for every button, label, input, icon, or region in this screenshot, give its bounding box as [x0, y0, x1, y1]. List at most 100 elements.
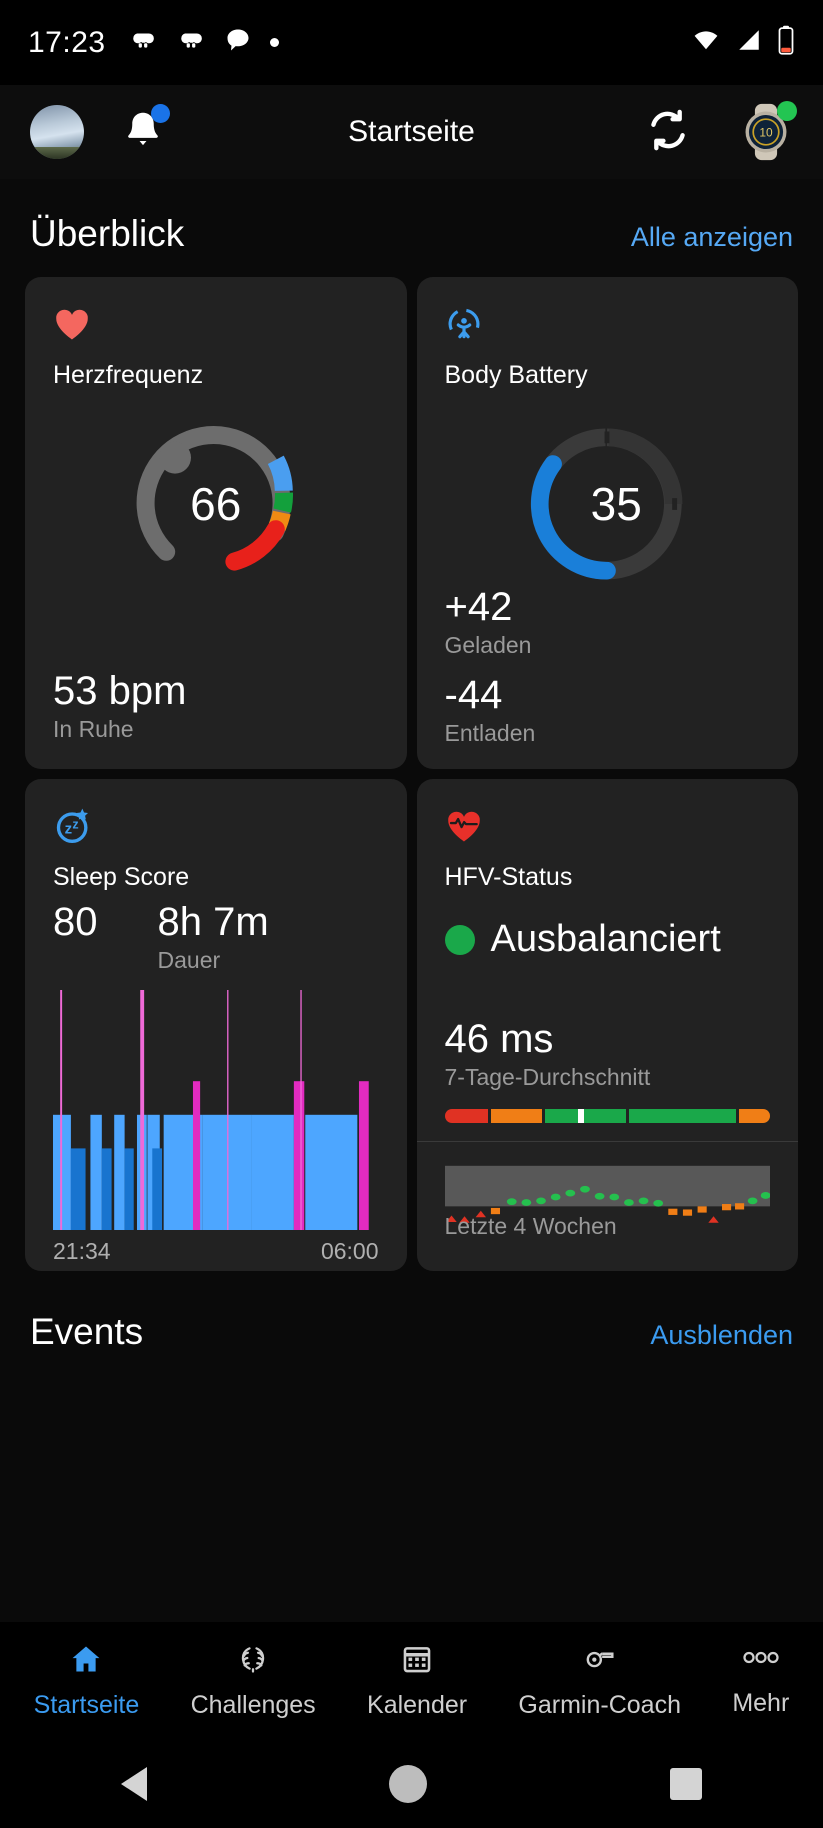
hrv-status-value: Ausbalanciert [490, 918, 721, 960]
home-icon [67, 1642, 105, 1681]
hrv-data-point [550, 1193, 561, 1201]
nav-label: Garmin-Coach [518, 1691, 681, 1719]
events-header: Events Ausblenden [0, 1271, 823, 1353]
hrv-data-point [682, 1209, 692, 1216]
hrv-range-marker [577, 1109, 584, 1123]
battery-low-icon [777, 25, 795, 60]
nav-item-garmin-coach[interactable]: Garmin-Coach [518, 1642, 681, 1720]
body-battery-charged-value: +42 [444, 585, 513, 629]
more-dots-icon [740, 1644, 782, 1679]
notification-badge [151, 104, 170, 123]
svg-text:10: 10 [759, 125, 773, 139]
notifications-button[interactable] [120, 104, 170, 158]
hrv-range-segment [444, 1109, 489, 1123]
nav-item-startseite[interactable]: Startseite [33, 1642, 140, 1720]
hrv-range-segment [544, 1109, 627, 1123]
hrv-data-point [564, 1189, 575, 1197]
card-body-battery[interactable]: Body Battery 35 +42 Geladen -44 Entladen [416, 277, 798, 769]
svg-text:z: z [65, 821, 73, 838]
dot-icon [269, 38, 279, 47]
events-title: Events [30, 1311, 144, 1352]
device-connected-badge [777, 101, 797, 121]
heart-rate-gauge: 66 [53, 404, 379, 604]
events-hide-link[interactable]: Ausblenden [650, 1320, 793, 1351]
hrv-data-point [667, 1208, 677, 1215]
sleep-score-value: 80 [53, 900, 98, 944]
overview-title: Überblick [30, 213, 185, 254]
hrv-data-point [734, 1203, 744, 1210]
avatar[interactable] [30, 105, 84, 159]
nav-item-challenges[interactable]: Challenges [191, 1642, 316, 1720]
heart-rate-gauge-value: 66 [190, 478, 242, 530]
hrv-data-point [535, 1197, 546, 1205]
hrv-range-bar [444, 1109, 771, 1123]
heart-pulse-icon [445, 805, 771, 847]
hrv-range-label: Letzte 4 Wochen [444, 1213, 617, 1239]
whistle-icon [580, 1642, 620, 1681]
hrv-data-point [608, 1193, 619, 1201]
app-header: Startseite 10 [0, 85, 823, 179]
system-navigation-bar [0, 1740, 823, 1828]
card-heart-rate[interactable]: Herzfrequenz 66 53 bpm In Ruhe [25, 277, 407, 769]
cellular-signal-icon [735, 27, 763, 58]
hrv-range-segment [491, 1109, 542, 1123]
phone-screen: 17:23 Startseite 10 Überblick Alle anzei… [0, 0, 823, 1828]
chat-bubble-icon [224, 26, 252, 59]
hrv-data-point [638, 1197, 648, 1205]
body-battery-gauge: 35 [445, 404, 771, 604]
game-controller-icon [176, 27, 206, 58]
heart-icon [53, 303, 379, 345]
body-battery-charged-label: Geladen [444, 632, 532, 658]
hrv-data-point [760, 1192, 770, 1199]
nav-item-mehr[interactable]: Mehr [732, 1644, 789, 1718]
nav-label: Startseite [33, 1691, 140, 1719]
overview-header: Überblick Alle anzeigen [0, 179, 823, 277]
sleep-start-time: 21:34 [53, 1238, 111, 1264]
sleep-end-time: 06:00 [320, 1238, 379, 1264]
hrv-data-point [623, 1199, 634, 1206]
hrv-data-point [707, 1216, 719, 1223]
status-bar-time: 17:23 [28, 25, 106, 59]
sync-icon [651, 109, 685, 150]
recents-square-icon[interactable] [669, 1768, 702, 1800]
sleep-duration-value: 8h 7m [157, 900, 269, 944]
calendar-icon [399, 1642, 435, 1681]
home-circle-icon[interactable] [389, 1765, 428, 1803]
hrv-value: 46 ms [444, 1017, 554, 1061]
hrv-data-point [579, 1185, 590, 1193]
nav-item-kalender[interactable]: Kalender [367, 1642, 467, 1720]
sleep-duration-label: Dauer [157, 947, 221, 973]
heart-rate-label: In Ruhe [53, 716, 134, 742]
hrv-data-point [520, 1199, 531, 1206]
heart-rate-value: 53 bpm [53, 669, 187, 713]
card-sleep-score[interactable]: z z Sleep Score 80 8h 7m Dauer 21:34 06:… [25, 779, 407, 1271]
sleep-icon: z z [53, 805, 379, 847]
hrv-data-point [721, 1204, 731, 1211]
overview-card-grid: Herzfrequenz 66 53 bpm In Ruhe Body Batt… [0, 277, 823, 1271]
hrv-range-segment [629, 1109, 736, 1123]
card-sleep-score-title: Sleep Score [53, 863, 190, 891]
card-heart-rate-title: Herzfrequenz [53, 361, 204, 389]
nav-label: Mehr [732, 1689, 790, 1717]
hrv-value-label: 7-Tage-Durchschnitt [444, 1064, 651, 1090]
hrv-four-weeks-chart: Letzte 4 Wochen [444, 1158, 770, 1239]
game-controller-icon [128, 27, 158, 58]
body-battery-icon [445, 303, 771, 345]
bottom-navigation: Startseite Challenges Kalender Garmin-Co… [0, 1622, 823, 1740]
status-bar: 17:23 [0, 0, 823, 85]
body-battery-gauge-value: 35 [590, 478, 642, 530]
card-hrv-status[interactable]: HFV-Status Ausbalanciert 46 ms 7-Tage-Du… [416, 779, 798, 1271]
device-button[interactable]: 10 [739, 101, 797, 161]
view-all-link[interactable]: Alle anzeigen [631, 222, 793, 253]
nav-label: Kalender [367, 1691, 468, 1719]
hrv-data-point [747, 1197, 757, 1205]
body-battery-drained-label: Entladen [444, 720, 536, 746]
back-triangle-icon[interactable] [121, 1767, 148, 1801]
sync-button[interactable] [643, 105, 693, 160]
card-body-battery-title: Body Battery [444, 361, 588, 389]
hrv-range-segment [738, 1109, 770, 1123]
laurel-wreath-icon [234, 1642, 272, 1681]
card-divider [416, 1141, 798, 1142]
hrv-data-point [506, 1198, 517, 1206]
hrv-data-point [697, 1206, 707, 1213]
